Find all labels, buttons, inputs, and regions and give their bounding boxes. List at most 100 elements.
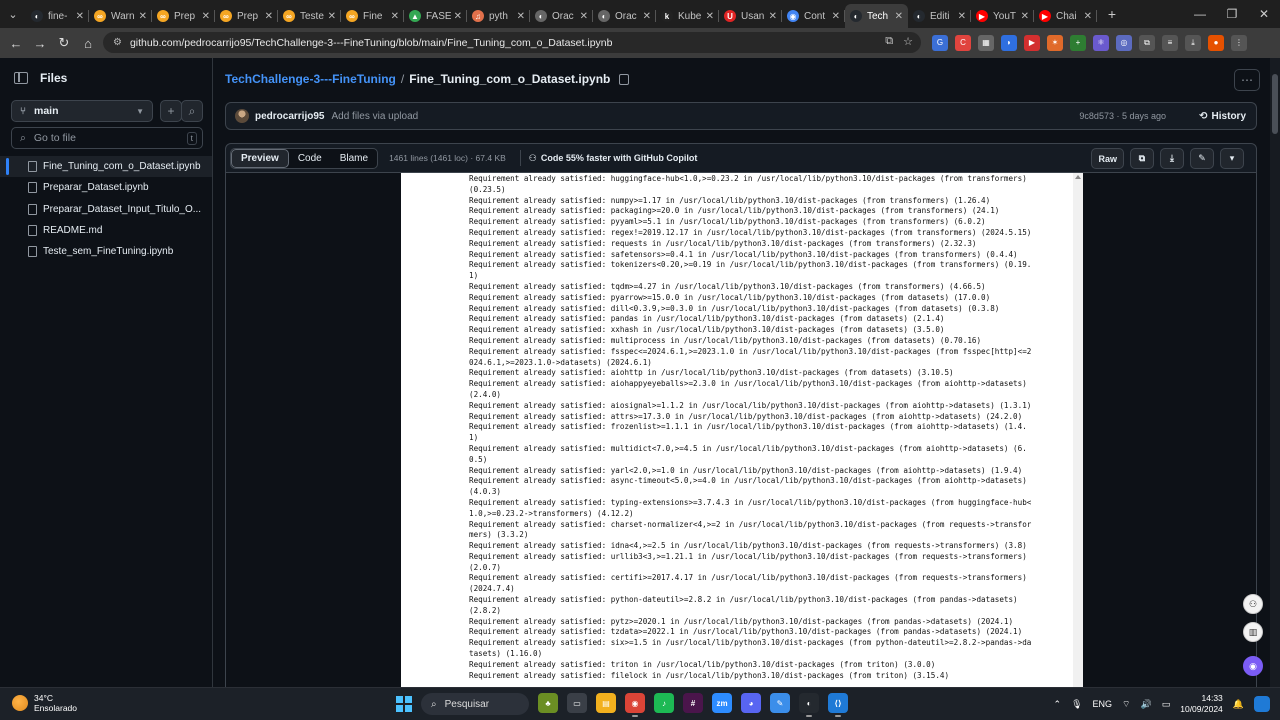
browser-tab[interactable]: ▶ Chai ✕ xyxy=(1034,4,1097,28)
assistant-float-icon[interactable]: ◉ xyxy=(1243,656,1263,676)
tab-preview[interactable]: Preview xyxy=(231,148,289,168)
task-view-icon[interactable]: ▭ xyxy=(567,693,587,713)
file-tree-item[interactable]: Teste_sem_FineTuning.ipynb xyxy=(0,241,212,262)
slack-icon[interactable]: # xyxy=(683,693,703,713)
forward-button[interactable]: → xyxy=(28,31,52,55)
browser-tab[interactable]: U Usan ✕ xyxy=(719,4,782,28)
bookmark-star-icon[interactable]: ☆ xyxy=(903,35,913,48)
browser-tab[interactable]: ∞ Prep ✕ xyxy=(215,4,278,28)
install-app-icon[interactable]: ⧉ xyxy=(885,35,893,48)
taskbar-search[interactable]: ⌕ Pesquisar xyxy=(421,693,529,715)
extension-icon[interactable]: G xyxy=(932,34,948,51)
tab-code[interactable]: Code xyxy=(289,149,331,168)
browser-tab[interactable]: ♫ pyth ✕ xyxy=(467,4,530,28)
volume-icon[interactable]: 🔊 xyxy=(1141,699,1152,710)
microphone-icon[interactable]: 🎙 xyxy=(1071,699,1082,710)
extension-icon[interactable]: + xyxy=(1070,34,1086,51)
go-to-file-input[interactable]: ⌕ Go to file t xyxy=(11,127,203,149)
language-indicator[interactable]: ENG xyxy=(1093,699,1113,709)
browser-tab[interactable]: ◐ Tech ✕ xyxy=(845,4,908,28)
close-tab-icon[interactable]: ✕ xyxy=(958,11,966,22)
extension-icon[interactable]: ◗ xyxy=(1001,34,1017,51)
chrome-icon[interactable]: ◉ xyxy=(625,693,645,717)
zoom-icon[interactable]: zm xyxy=(712,693,732,713)
search-files-button[interactable]: ⌕ xyxy=(181,100,203,122)
collapse-sidebar-icon[interactable] xyxy=(14,72,28,84)
battery-icon[interactable]: ▭ xyxy=(1162,699,1171,710)
notepad-icon[interactable]: ✎ xyxy=(770,693,790,713)
copilot-tray-icon[interactable] xyxy=(1254,696,1270,712)
close-tab-icon[interactable]: ✕ xyxy=(454,11,462,22)
minimize-button[interactable]: — xyxy=(1184,0,1216,28)
browser-tab[interactable]: k Kube ✕ xyxy=(656,4,719,28)
home-button[interactable]: ⌂ xyxy=(76,31,100,55)
extension-icon[interactable]: ✶ xyxy=(1047,34,1063,51)
edit-pencil-icon[interactable]: ✎ xyxy=(1190,148,1214,169)
widgets-icon[interactable]: ♣ xyxy=(538,693,558,713)
file-tree-item[interactable]: Preparar_Dataset.ipynb xyxy=(0,177,212,198)
commit-hash-and-date[interactable]: 9c8d573 · 5 days ago xyxy=(1079,111,1166,121)
browser-tab[interactable]: ◉ Cont ✕ xyxy=(782,4,845,28)
extension-icon[interactable]: ⚛ xyxy=(1093,34,1109,51)
file-tree-item[interactable]: Fine_Tuning_com_o_Dataset.ipynb xyxy=(0,156,212,178)
close-tab-icon[interactable]: ✕ xyxy=(1084,11,1092,22)
close-tab-icon[interactable]: ✕ xyxy=(265,11,273,22)
file-explorer-icon[interactable]: ▤ xyxy=(596,693,616,713)
address-bar[interactable]: ⚙ github.com/pedrocarrijo95/TechChalleng… xyxy=(103,32,921,53)
extension-icon[interactable]: ▶ xyxy=(1024,34,1040,51)
extension-icon[interactable]: C xyxy=(955,34,971,51)
clock[interactable]: 14:33 10/09/2024 xyxy=(1180,693,1223,715)
site-settings-icon[interactable]: ⚙ xyxy=(113,37,122,48)
copy-raw-icon[interactable]: ⧉ xyxy=(1130,148,1154,169)
vscode-icon[interactable]: ⟨⟩ xyxy=(828,693,848,717)
raw-button[interactable]: Raw xyxy=(1091,148,1124,169)
back-button[interactable]: ← xyxy=(4,31,28,55)
browser-tab[interactable]: ∞ Fine ✕ xyxy=(341,4,404,28)
show-hidden-icons-chevron-icon[interactable]: ⌃ xyxy=(1054,699,1062,710)
github-desktop-icon[interactable]: ◐ xyxy=(799,693,819,717)
extension-icon[interactable]: ● xyxy=(1208,34,1224,51)
extension-icon[interactable]: ⤓ xyxy=(1185,34,1201,51)
spotify-icon[interactable]: ♪ xyxy=(654,693,674,713)
close-tab-icon[interactable]: ✕ xyxy=(643,11,651,22)
restore-button[interactable]: ❐ xyxy=(1216,0,1248,28)
copy-path-icon[interactable] xyxy=(619,73,630,85)
extension-icon[interactable]: ◎ xyxy=(1116,34,1132,51)
browser-tab[interactable]: ▶ YouT ✕ xyxy=(971,4,1034,28)
close-tab-icon[interactable]: ✕ xyxy=(391,11,399,22)
close-tab-icon[interactable]: ✕ xyxy=(139,11,147,22)
browser-tab[interactable]: ◐ Editi ✕ xyxy=(908,4,971,28)
history-button[interactable]: ⟲ History xyxy=(1199,111,1246,122)
close-tab-icon[interactable]: ✕ xyxy=(1021,11,1029,22)
avatar[interactable] xyxy=(235,109,249,123)
close-tab-icon[interactable]: ✕ xyxy=(706,11,714,22)
tab-search-chevron-icon[interactable]: ⌄ xyxy=(0,0,26,28)
notebook-scrollbar[interactable] xyxy=(1073,173,1083,687)
discord-icon[interactable]: ◕ xyxy=(741,693,761,713)
browser-tab[interactable]: ◐ Orac ✕ xyxy=(593,4,656,28)
scrollbar-thumb[interactable] xyxy=(1272,74,1278,134)
browser-tab[interactable]: ◐ fine- ✕ xyxy=(26,4,89,28)
close-tab-icon[interactable]: ✕ xyxy=(202,11,210,22)
file-tree-item[interactable]: README.md xyxy=(0,220,212,241)
extension-icon[interactable]: ≡ xyxy=(1162,34,1178,51)
extension-icon[interactable]: ▦ xyxy=(978,34,994,51)
download-icon[interactable]: ⤓ xyxy=(1160,148,1184,169)
close-tab-icon[interactable]: ✕ xyxy=(769,11,777,22)
browser-tab[interactable]: ▲ FASE ✕ xyxy=(404,4,467,28)
tab-blame[interactable]: Blame xyxy=(331,149,377,168)
close-tab-icon[interactable]: ✕ xyxy=(580,11,588,22)
notifications-bell-icon[interactable]: 🔔 xyxy=(1233,699,1244,710)
new-tab-button[interactable]: + xyxy=(1101,3,1123,25)
weather-widget[interactable]: 34°C Ensolarado xyxy=(12,693,77,713)
browser-tab[interactable]: ∞ Teste ✕ xyxy=(278,4,341,28)
browser-tab[interactable]: ∞ Warn ✕ xyxy=(89,4,152,28)
close-tab-icon[interactable]: ✕ xyxy=(832,11,840,22)
close-tab-icon[interactable]: ✕ xyxy=(895,11,903,22)
copilot-promo-button[interactable]: ⚇ Code 55% faster with GitHub Copilot xyxy=(519,150,697,166)
extension-icon[interactable]: ⧉ xyxy=(1139,34,1155,51)
reload-button[interactable]: ↻ xyxy=(52,31,76,55)
close-window-button[interactable]: ✕ xyxy=(1248,0,1280,28)
file-tree-item[interactable]: Preparar_Dataset_Input_Titulo_O... xyxy=(0,199,212,220)
edit-options-chevron-icon[interactable]: ▾ xyxy=(1220,148,1244,169)
